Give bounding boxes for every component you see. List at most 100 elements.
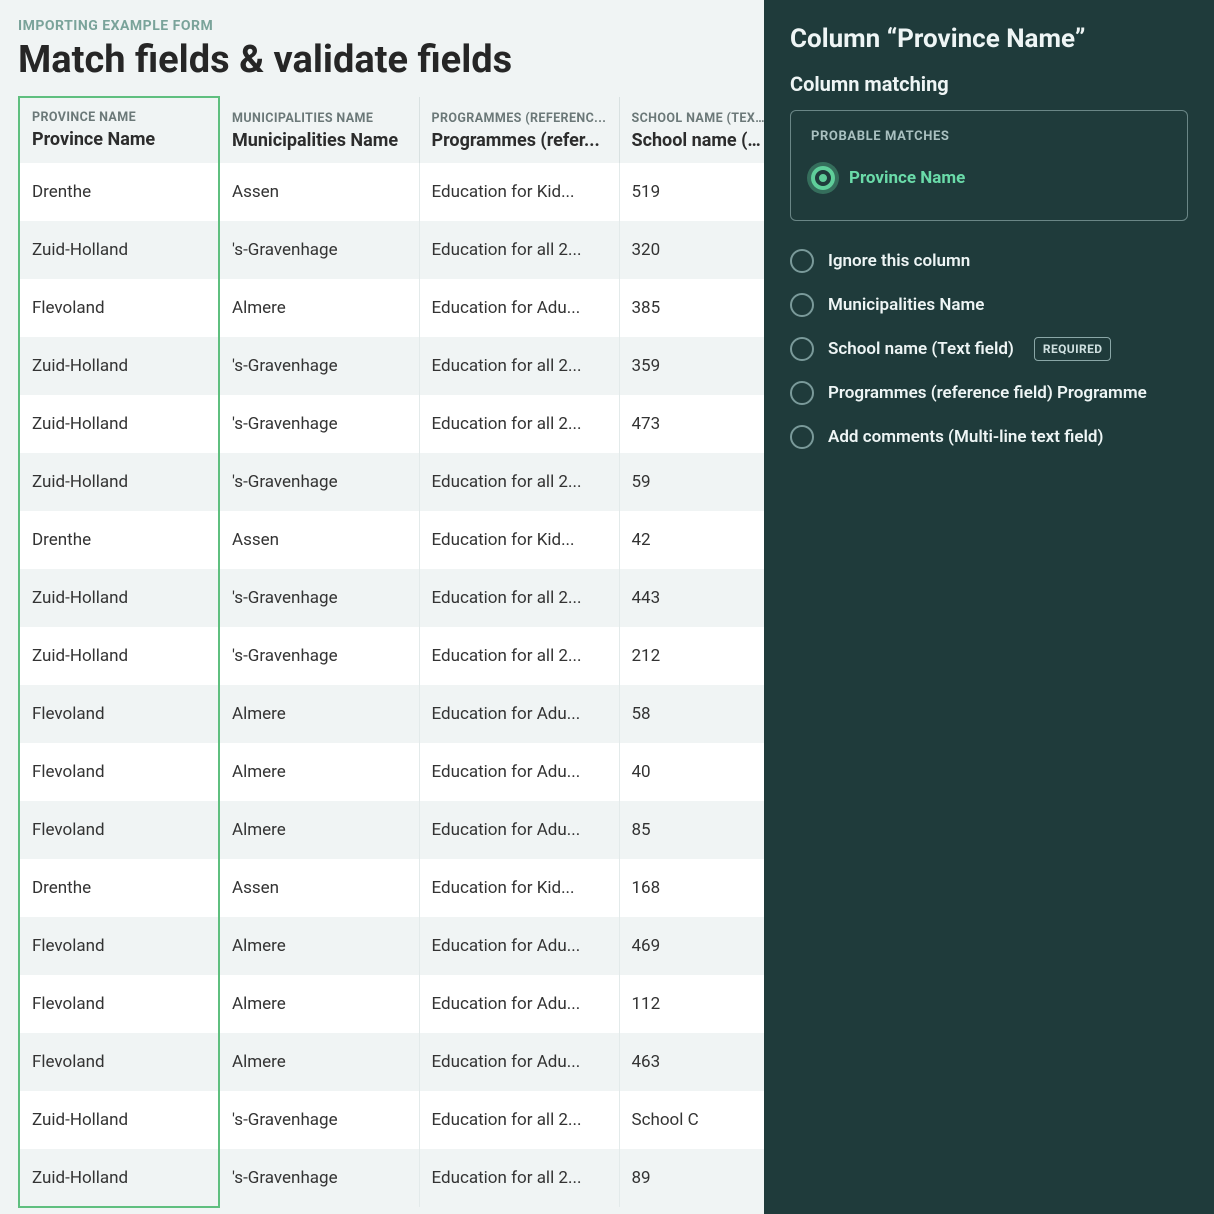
table-cell[interactable]: Education for all 2... <box>419 569 619 627</box>
table-cell[interactable]: Almere <box>219 975 419 1033</box>
table-cell[interactable]: Education for all 2... <box>419 395 619 453</box>
table-cell[interactable]: 42 <box>619 511 764 569</box>
radio-icon <box>811 166 835 190</box>
table-cell[interactable]: Assen <box>219 163 419 221</box>
table-cell[interactable]: Drenthe <box>19 859 219 917</box>
match-option-label: Province Name <box>849 168 965 188</box>
radio-icon <box>790 425 814 449</box>
table-cell[interactable]: 's-Gravenhage <box>219 395 419 453</box>
table-cell[interactable]: 85 <box>619 801 764 859</box>
column-source-label: PROVINCE NAME <box>32 110 206 125</box>
table-cell[interactable]: Education for Kid... <box>419 859 619 917</box>
table-cell[interactable]: 40 <box>619 743 764 801</box>
table-row: Zuid-Holland's-GravenhageEducation for a… <box>19 337 764 395</box>
column-source-label: MUNICIPALITIES NAME <box>232 111 407 126</box>
probable-matches-label: PROBABLE MATCHES <box>811 129 1167 144</box>
table-cell[interactable]: Education for Kid... <box>419 511 619 569</box>
table-cell[interactable]: 385 <box>619 279 764 337</box>
table-cell[interactable]: 359 <box>619 337 764 395</box>
table-cell[interactable]: 's-Gravenhage <box>219 453 419 511</box>
table-cell[interactable]: 59 <box>619 453 764 511</box>
table-cell[interactable]: Zuid-Holland <box>19 1149 219 1207</box>
match-option[interactable]: School name (Text field)REQUIRED <box>790 327 1188 371</box>
breadcrumb: IMPORTING EXAMPLE FORM <box>18 18 764 34</box>
table-cell[interactable]: Assen <box>219 511 419 569</box>
table-cell[interactable]: 443 <box>619 569 764 627</box>
data-table: PROVINCE NAMEProvince NameMUNICIPALITIES… <box>18 96 764 1208</box>
table-cell[interactable]: Almere <box>219 1033 419 1091</box>
table-cell[interactable]: Education for Adu... <box>419 743 619 801</box>
radio-icon <box>790 337 814 361</box>
table-cell[interactable]: Education for all 2... <box>419 221 619 279</box>
table-cell[interactable]: 's-Gravenhage <box>219 1149 419 1207</box>
table-cell[interactable]: Flevoland <box>19 801 219 859</box>
table-cell[interactable]: Almere <box>219 801 419 859</box>
page-title: Match fields & validate fields <box>18 38 764 82</box>
table-cell[interactable]: Drenthe <box>19 163 219 221</box>
table-cell[interactable]: Flevoland <box>19 917 219 975</box>
table-cell[interactable]: Education for Adu... <box>419 1033 619 1091</box>
table-cell[interactable]: Education for all 2... <box>419 627 619 685</box>
table-cell[interactable]: Zuid-Holland <box>19 221 219 279</box>
column-header[interactable]: MUNICIPALITIES NAMEMunicipalities Name <box>219 97 419 163</box>
table-cell[interactable]: 58 <box>619 685 764 743</box>
table-cell[interactable]: 's-Gravenhage <box>219 1091 419 1149</box>
table-cell[interactable]: 212 <box>619 627 764 685</box>
table-cell[interactable]: Education for Kid... <box>419 163 619 221</box>
table-cell[interactable]: 473 <box>619 395 764 453</box>
table-cell[interactable]: 469 <box>619 917 764 975</box>
table-cell[interactable]: Education for all 2... <box>419 337 619 395</box>
table-row: FlevolandAlmereEducation for Adu...112 <box>19 975 764 1033</box>
column-header[interactable]: PROGRAMMES (REFERENC...Programmes (refer… <box>419 97 619 163</box>
table-cell[interactable]: 519 <box>619 163 764 221</box>
table-cell[interactable]: 168 <box>619 859 764 917</box>
table-cell[interactable]: Zuid-Holland <box>19 453 219 511</box>
match-option[interactable]: Programmes (reference field) Programme <box>790 371 1188 415</box>
table-cell[interactable]: 89 <box>619 1149 764 1207</box>
table-row: FlevolandAlmereEducation for Adu...40 <box>19 743 764 801</box>
table-cell[interactable]: 's-Gravenhage <box>219 337 419 395</box>
table-cell[interactable]: Assen <box>219 859 419 917</box>
table-cell[interactable]: Zuid-Holland <box>19 1091 219 1149</box>
column-source-label: SCHOOL NAME (TEXT F... <box>632 111 765 126</box>
table-cell[interactable]: Zuid-Holland <box>19 395 219 453</box>
table-cell[interactable]: Flevoland <box>19 743 219 801</box>
table-cell[interactable]: Flevoland <box>19 975 219 1033</box>
radio-icon <box>790 381 814 405</box>
table-cell[interactable]: Almere <box>219 743 419 801</box>
table-cell[interactable]: 112 <box>619 975 764 1033</box>
table-cell[interactable]: Education for all 2... <box>419 453 619 511</box>
table-cell[interactable]: Flevoland <box>19 1033 219 1091</box>
table-cell[interactable]: Flevoland <box>19 279 219 337</box>
table-cell[interactable]: Almere <box>219 685 419 743</box>
table-cell[interactable]: Education for all 2... <box>419 1149 619 1207</box>
match-option[interactable]: Add comments (Multi-line text field) <box>790 415 1188 459</box>
table-cell[interactable]: Zuid-Holland <box>19 627 219 685</box>
table-cell[interactable]: 320 <box>619 221 764 279</box>
table-cell[interactable]: 's-Gravenhage <box>219 627 419 685</box>
table-cell[interactable]: 463 <box>619 1033 764 1091</box>
table-cell[interactable]: Almere <box>219 279 419 337</box>
table-cell[interactable]: Zuid-Holland <box>19 337 219 395</box>
table-cell[interactable]: 's-Gravenhage <box>219 221 419 279</box>
table-cell[interactable]: Drenthe <box>19 511 219 569</box>
column-header[interactable]: SCHOOL NAME (TEXT F... School name (Text.… <box>619 97 764 163</box>
table-cell[interactable]: Flevoland <box>19 685 219 743</box>
match-option[interactable]: Province Name <box>811 156 1167 200</box>
match-option[interactable]: Ignore this column <box>790 239 1188 283</box>
table-cell[interactable]: Education for Adu... <box>419 801 619 859</box>
match-option[interactable]: Municipalities Name <box>790 283 1188 327</box>
match-option-label: Ignore this column <box>828 251 970 271</box>
table-cell[interactable]: 's-Gravenhage <box>219 569 419 627</box>
column-mapped-label: School name (Text... <box>632 130 765 151</box>
table-cell[interactable]: Education for Adu... <box>419 279 619 337</box>
table-cell[interactable]: Zuid-Holland <box>19 569 219 627</box>
table-cell[interactable]: Almere <box>219 917 419 975</box>
table-cell[interactable]: Education for all 2... <box>419 1091 619 1149</box>
table-cell[interactable]: School C <box>619 1091 764 1149</box>
column-header[interactable]: PROVINCE NAMEProvince Name <box>19 97 219 163</box>
table-cell[interactable]: Education for Adu... <box>419 975 619 1033</box>
table-cell[interactable]: Education for Adu... <box>419 685 619 743</box>
panel-title: Column “Province Name” <box>790 24 1188 54</box>
table-cell[interactable]: Education for Adu... <box>419 917 619 975</box>
